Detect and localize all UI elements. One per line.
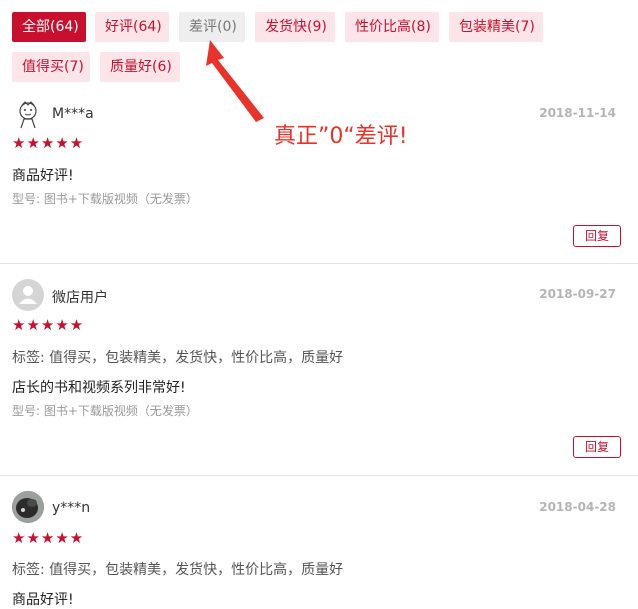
review-tags: 标签: 值得买，包装精美，发货快，性价比高，质量好 <box>12 562 344 578</box>
product-model: 型号: 图书+下载版视频（无发票） <box>12 404 198 418</box>
review-date: 2018-09-27 <box>539 287 616 301</box>
product-model: 型号: 图书+下载版视频（无发票） <box>12 192 198 206</box>
rating-stars: ★★★★★ <box>12 529 85 547</box>
filter-good-quality[interactable]: 质量好(6) <box>100 52 180 82</box>
photo-avatar <box>12 491 44 523</box>
annotation-text: 真正”0“差评! <box>274 124 408 149</box>
reviewer-name: M***a <box>52 106 94 122</box>
default-user-avatar <box>12 279 44 311</box>
review-date: 2018-11-14 <box>539 106 616 120</box>
rating-stars: ★★★★★ <box>12 134 85 152</box>
review-content: 商品好评! <box>12 168 74 184</box>
filter-all[interactable]: 全部(64) <box>12 12 86 42</box>
review-content: 商品好评! <box>12 592 74 608</box>
divider <box>0 475 638 476</box>
cartoon-face-avatar <box>12 98 44 130</box>
rating-stars: ★★★★★ <box>12 316 85 334</box>
reply-button[interactable]: 回复 <box>573 225 621 247</box>
filter-positive[interactable]: 好评(64) <box>95 12 169 42</box>
filter-worth-buying[interactable]: 值得买(7) <box>12 52 90 82</box>
filter-negative[interactable]: 差评(0) <box>179 12 245 42</box>
filter-nice-packaging[interactable]: 包装精美(7) <box>449 12 543 42</box>
review-tags: 标签: 值得买，包装精美，发货快，性价比高，质量好 <box>12 350 344 366</box>
review-content: 店长的书和视频系列非常好! <box>12 380 186 396</box>
review-date: 2018-04-28 <box>539 500 616 514</box>
reviewer-name: 微店用户 <box>52 290 108 306</box>
filter-value-for-money[interactable]: 性价比高(8) <box>345 12 439 42</box>
divider <box>0 263 638 264</box>
reviewer-name: y***n <box>52 500 91 516</box>
reply-button[interactable]: 回复 <box>573 436 621 458</box>
filter-fast-shipping[interactable]: 发货快(9) <box>255 12 335 42</box>
